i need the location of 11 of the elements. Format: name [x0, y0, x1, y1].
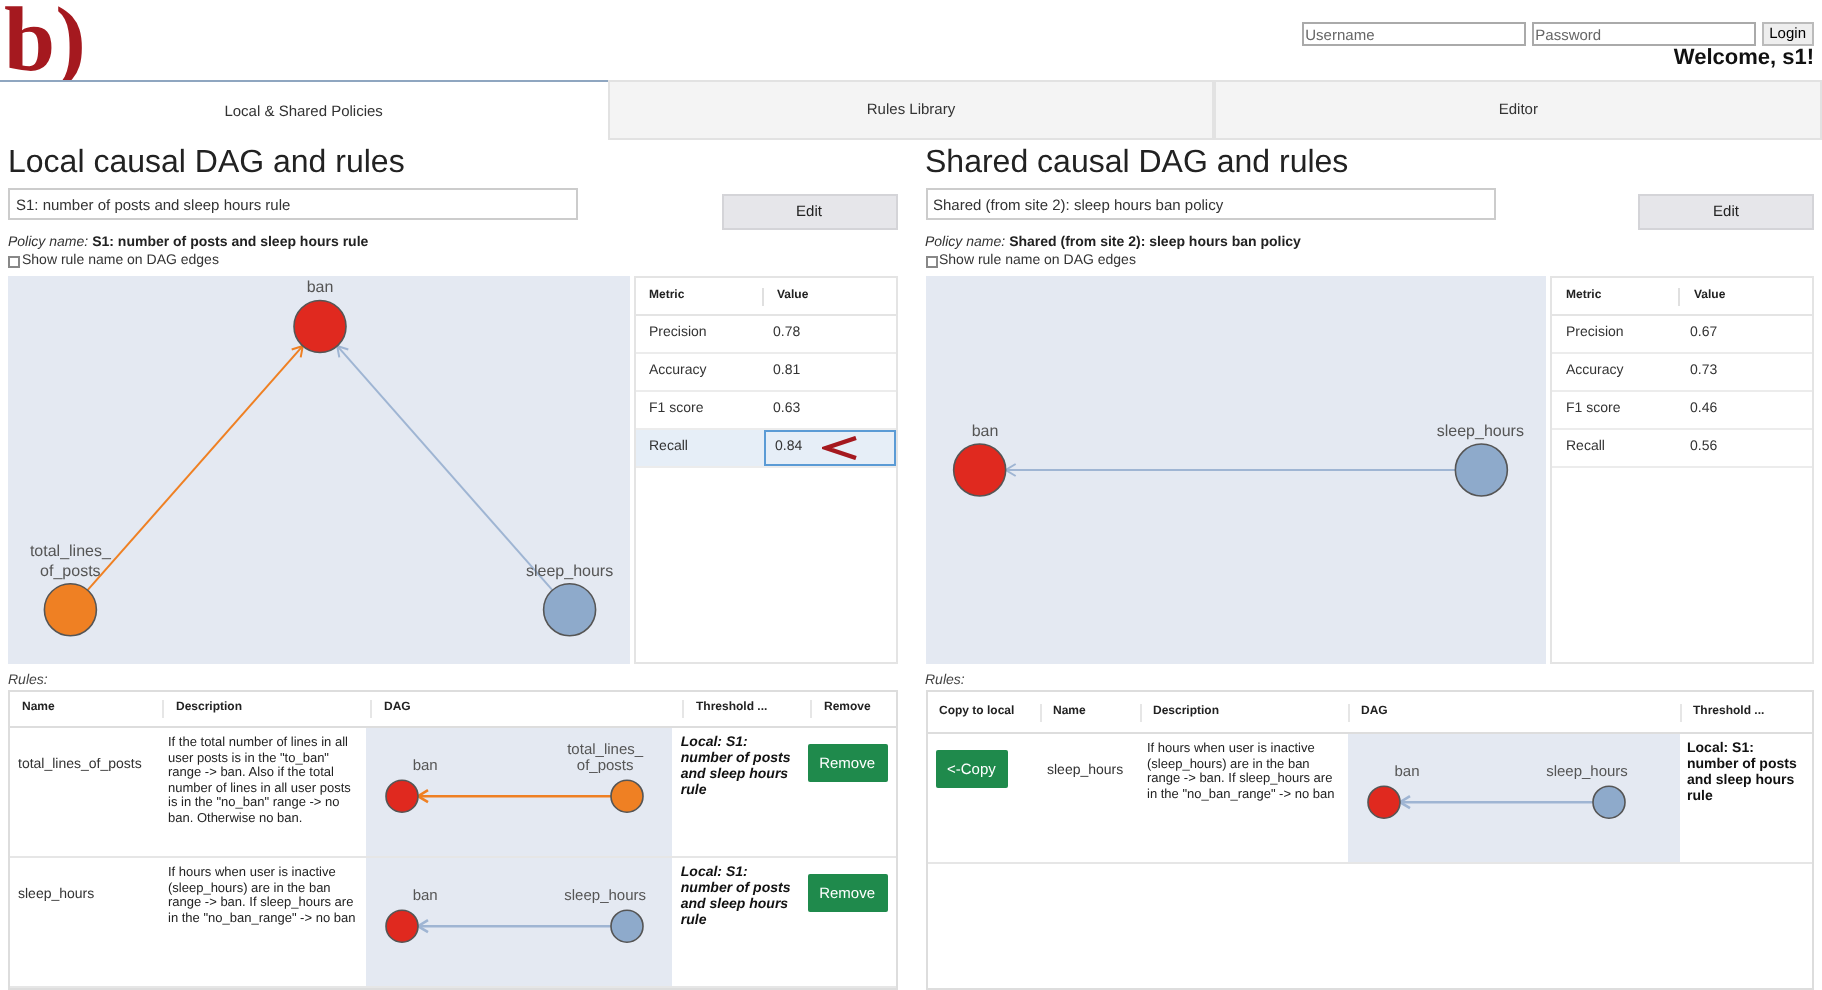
panel-title: Local causal DAG and rules: [8, 144, 407, 184]
panel-title: Shared causal DAG and rules: [925, 144, 1351, 184]
checkbox[interactable]: [8, 255, 20, 267]
node-label: ban: [971, 421, 999, 440]
node-label: ban: [306, 278, 334, 297]
node-label: total_lines_ of_posts: [29, 542, 111, 580]
node-label: sleep_hours: [526, 561, 614, 580]
figure-label: b): [2, 0, 86, 80]
welcome-text: Welcome, s1!: [1673, 46, 1814, 72]
checkbox[interactable]: [925, 255, 937, 267]
node-label: sleep_hours: [1436, 421, 1524, 440]
